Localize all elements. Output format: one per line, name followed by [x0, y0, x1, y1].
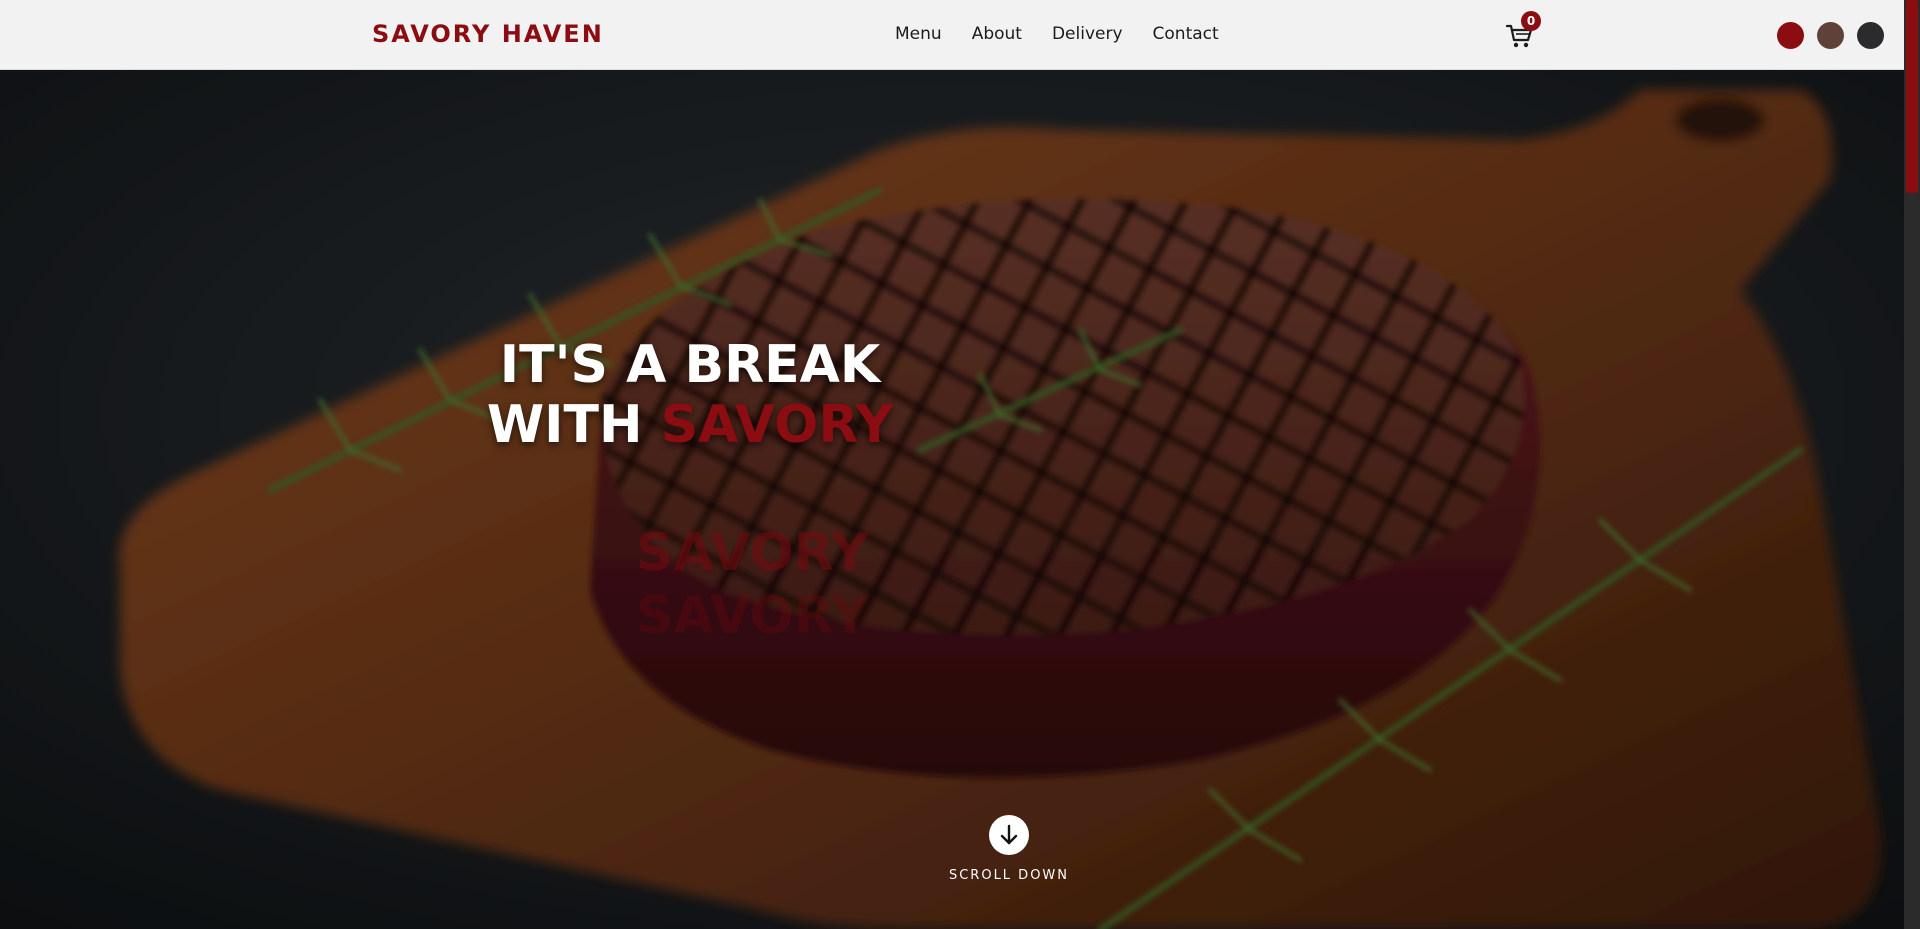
nav-item-contact[interactable]: Contact [1153, 24, 1219, 44]
headline-line-2: WITH SAVORY [470, 395, 910, 455]
hero-overlay [0, 70, 1904, 929]
page-scrollbar[interactable] [1904, 0, 1920, 929]
theme-swatch-dark[interactable] [1857, 22, 1884, 49]
scroll-down-label[interactable]: SCROLL DOWN [940, 868, 1078, 883]
theme-swatch-red[interactable] [1777, 22, 1804, 49]
arrow-down-icon [1000, 824, 1018, 845]
cart-count-badge: 0 [1521, 11, 1541, 31]
nav-item-menu[interactable]: Menu [895, 24, 942, 44]
site-header: SAVORY HAVEN Menu About Delivery Contact… [0, 0, 1904, 70]
brand-logo[interactable]: SAVORY HAVEN [372, 20, 604, 48]
scroll-down-button[interactable] [989, 815, 1029, 855]
headline-ghost-word: SAVORY [636, 523, 869, 583]
theme-swatch-brown[interactable] [1817, 22, 1844, 49]
scrollbar-thumb[interactable] [1906, 0, 1918, 193]
headline-ghost-word: SAVORY [636, 586, 869, 646]
nav-item-delivery[interactable]: Delivery [1052, 24, 1123, 44]
headline-with: WITH [486, 395, 661, 455]
hero-section [0, 70, 1904, 929]
headline-line-1: IT'S A BREAK [499, 335, 881, 395]
hero-headline: IT'S A BREAK WITH SAVORY [470, 335, 910, 455]
main-nav: Menu About Delivery Contact [895, 24, 1219, 44]
headline-accent: SAVORY [660, 395, 894, 455]
nav-item-about[interactable]: About [972, 24, 1022, 44]
